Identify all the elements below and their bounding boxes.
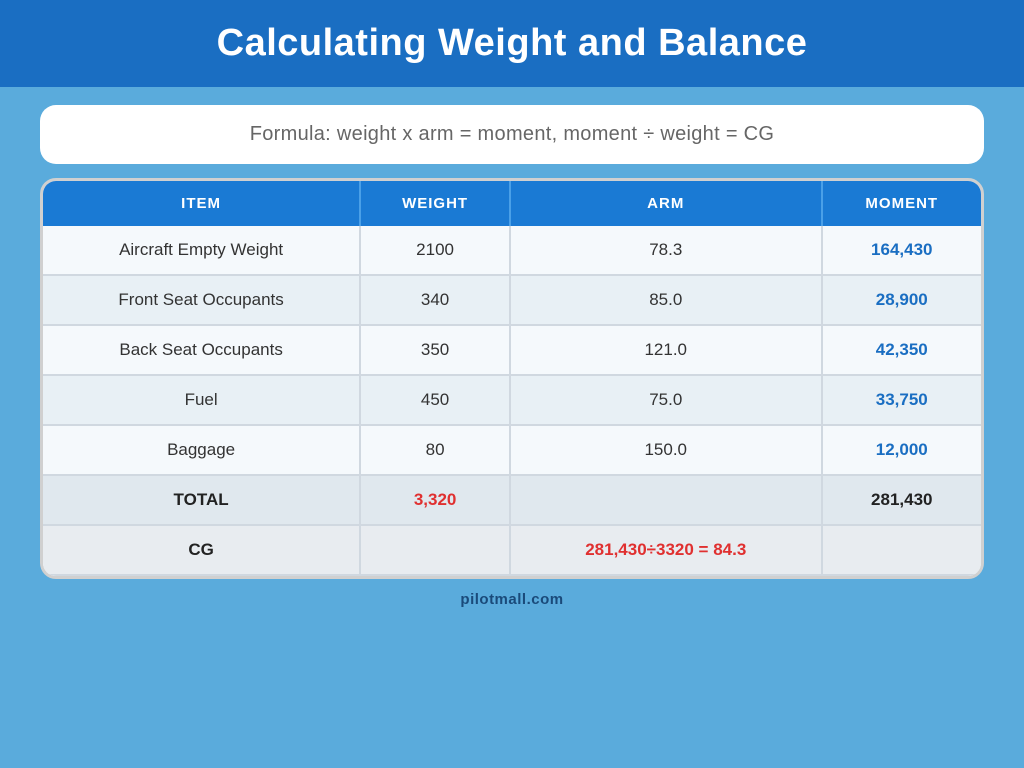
row-fuel-moment: 33,750	[822, 375, 981, 425]
cg-weight	[360, 525, 510, 575]
row-aircraft-empty-weight-weight: 2100	[360, 226, 510, 275]
col-header-item: ITEM	[43, 181, 360, 226]
total-arm	[510, 475, 822, 525]
weight-balance-table-container: ITEM WEIGHT ARM MOMENT Aircraft Empty We…	[40, 178, 984, 579]
row-fuel-weight: 450	[360, 375, 510, 425]
col-header-arm: ARM	[510, 181, 822, 226]
footer: pilotmall.com	[460, 591, 563, 608]
row-back-seat-occupants-moment: 42,350	[822, 325, 981, 375]
row-fuel-arm: 75.0	[510, 375, 822, 425]
row-aircraft-empty-weight-item: Aircraft Empty Weight	[43, 226, 360, 275]
row-aircraft-empty-weight-arm: 78.3	[510, 226, 822, 275]
table-row: Baggage 80 150.0 12,000	[43, 425, 981, 475]
cg-label: CG	[43, 525, 360, 575]
total-label: TOTAL	[43, 475, 360, 525]
weight-balance-table: ITEM WEIGHT ARM MOMENT Aircraft Empty We…	[43, 181, 981, 576]
row-aircraft-empty-weight-moment: 164,430	[822, 226, 981, 275]
footer-text: pilotmall.com	[460, 591, 563, 608]
row-baggage-arm: 150.0	[510, 425, 822, 475]
table-row: Back Seat Occupants 350 121.0 42,350	[43, 325, 981, 375]
table-row: Fuel 450 75.0 33,750	[43, 375, 981, 425]
table-row: Aircraft Empty Weight 2100 78.3 164,430	[43, 226, 981, 275]
cg-formula: 281,430÷3320 = 84.3	[510, 525, 822, 575]
page-header: Calculating Weight and Balance	[0, 0, 1024, 87]
row-baggage-moment: 12,000	[822, 425, 981, 475]
cg-moment	[822, 525, 981, 575]
row-fuel-item: Fuel	[43, 375, 360, 425]
table-row: Front Seat Occupants 340 85.0 28,900	[43, 275, 981, 325]
row-front-seat-occupants-arm: 85.0	[510, 275, 822, 325]
table-cg-row: CG 281,430÷3320 = 84.3	[43, 525, 981, 575]
total-moment: 281,430	[822, 475, 981, 525]
row-baggage-weight: 80	[360, 425, 510, 475]
row-back-seat-occupants-item: Back Seat Occupants	[43, 325, 360, 375]
row-baggage-item: Baggage	[43, 425, 360, 475]
row-back-seat-occupants-weight: 350	[360, 325, 510, 375]
table-header-row: ITEM WEIGHT ARM MOMENT	[43, 181, 981, 226]
page-title: Calculating Weight and Balance	[20, 22, 1004, 65]
formula-text: Formula: weight x arm = moment, moment ÷…	[250, 123, 775, 145]
row-front-seat-occupants-moment: 28,900	[822, 275, 981, 325]
col-header-moment: MOMENT	[822, 181, 981, 226]
row-back-seat-occupants-arm: 121.0	[510, 325, 822, 375]
total-weight: 3,320	[360, 475, 510, 525]
row-front-seat-occupants-item: Front Seat Occupants	[43, 275, 360, 325]
table-total-row: TOTAL 3,320 281,430	[43, 475, 981, 525]
formula-box: Formula: weight x arm = moment, moment ÷…	[40, 105, 984, 164]
row-front-seat-occupants-weight: 340	[360, 275, 510, 325]
col-header-weight: WEIGHT	[360, 181, 510, 226]
